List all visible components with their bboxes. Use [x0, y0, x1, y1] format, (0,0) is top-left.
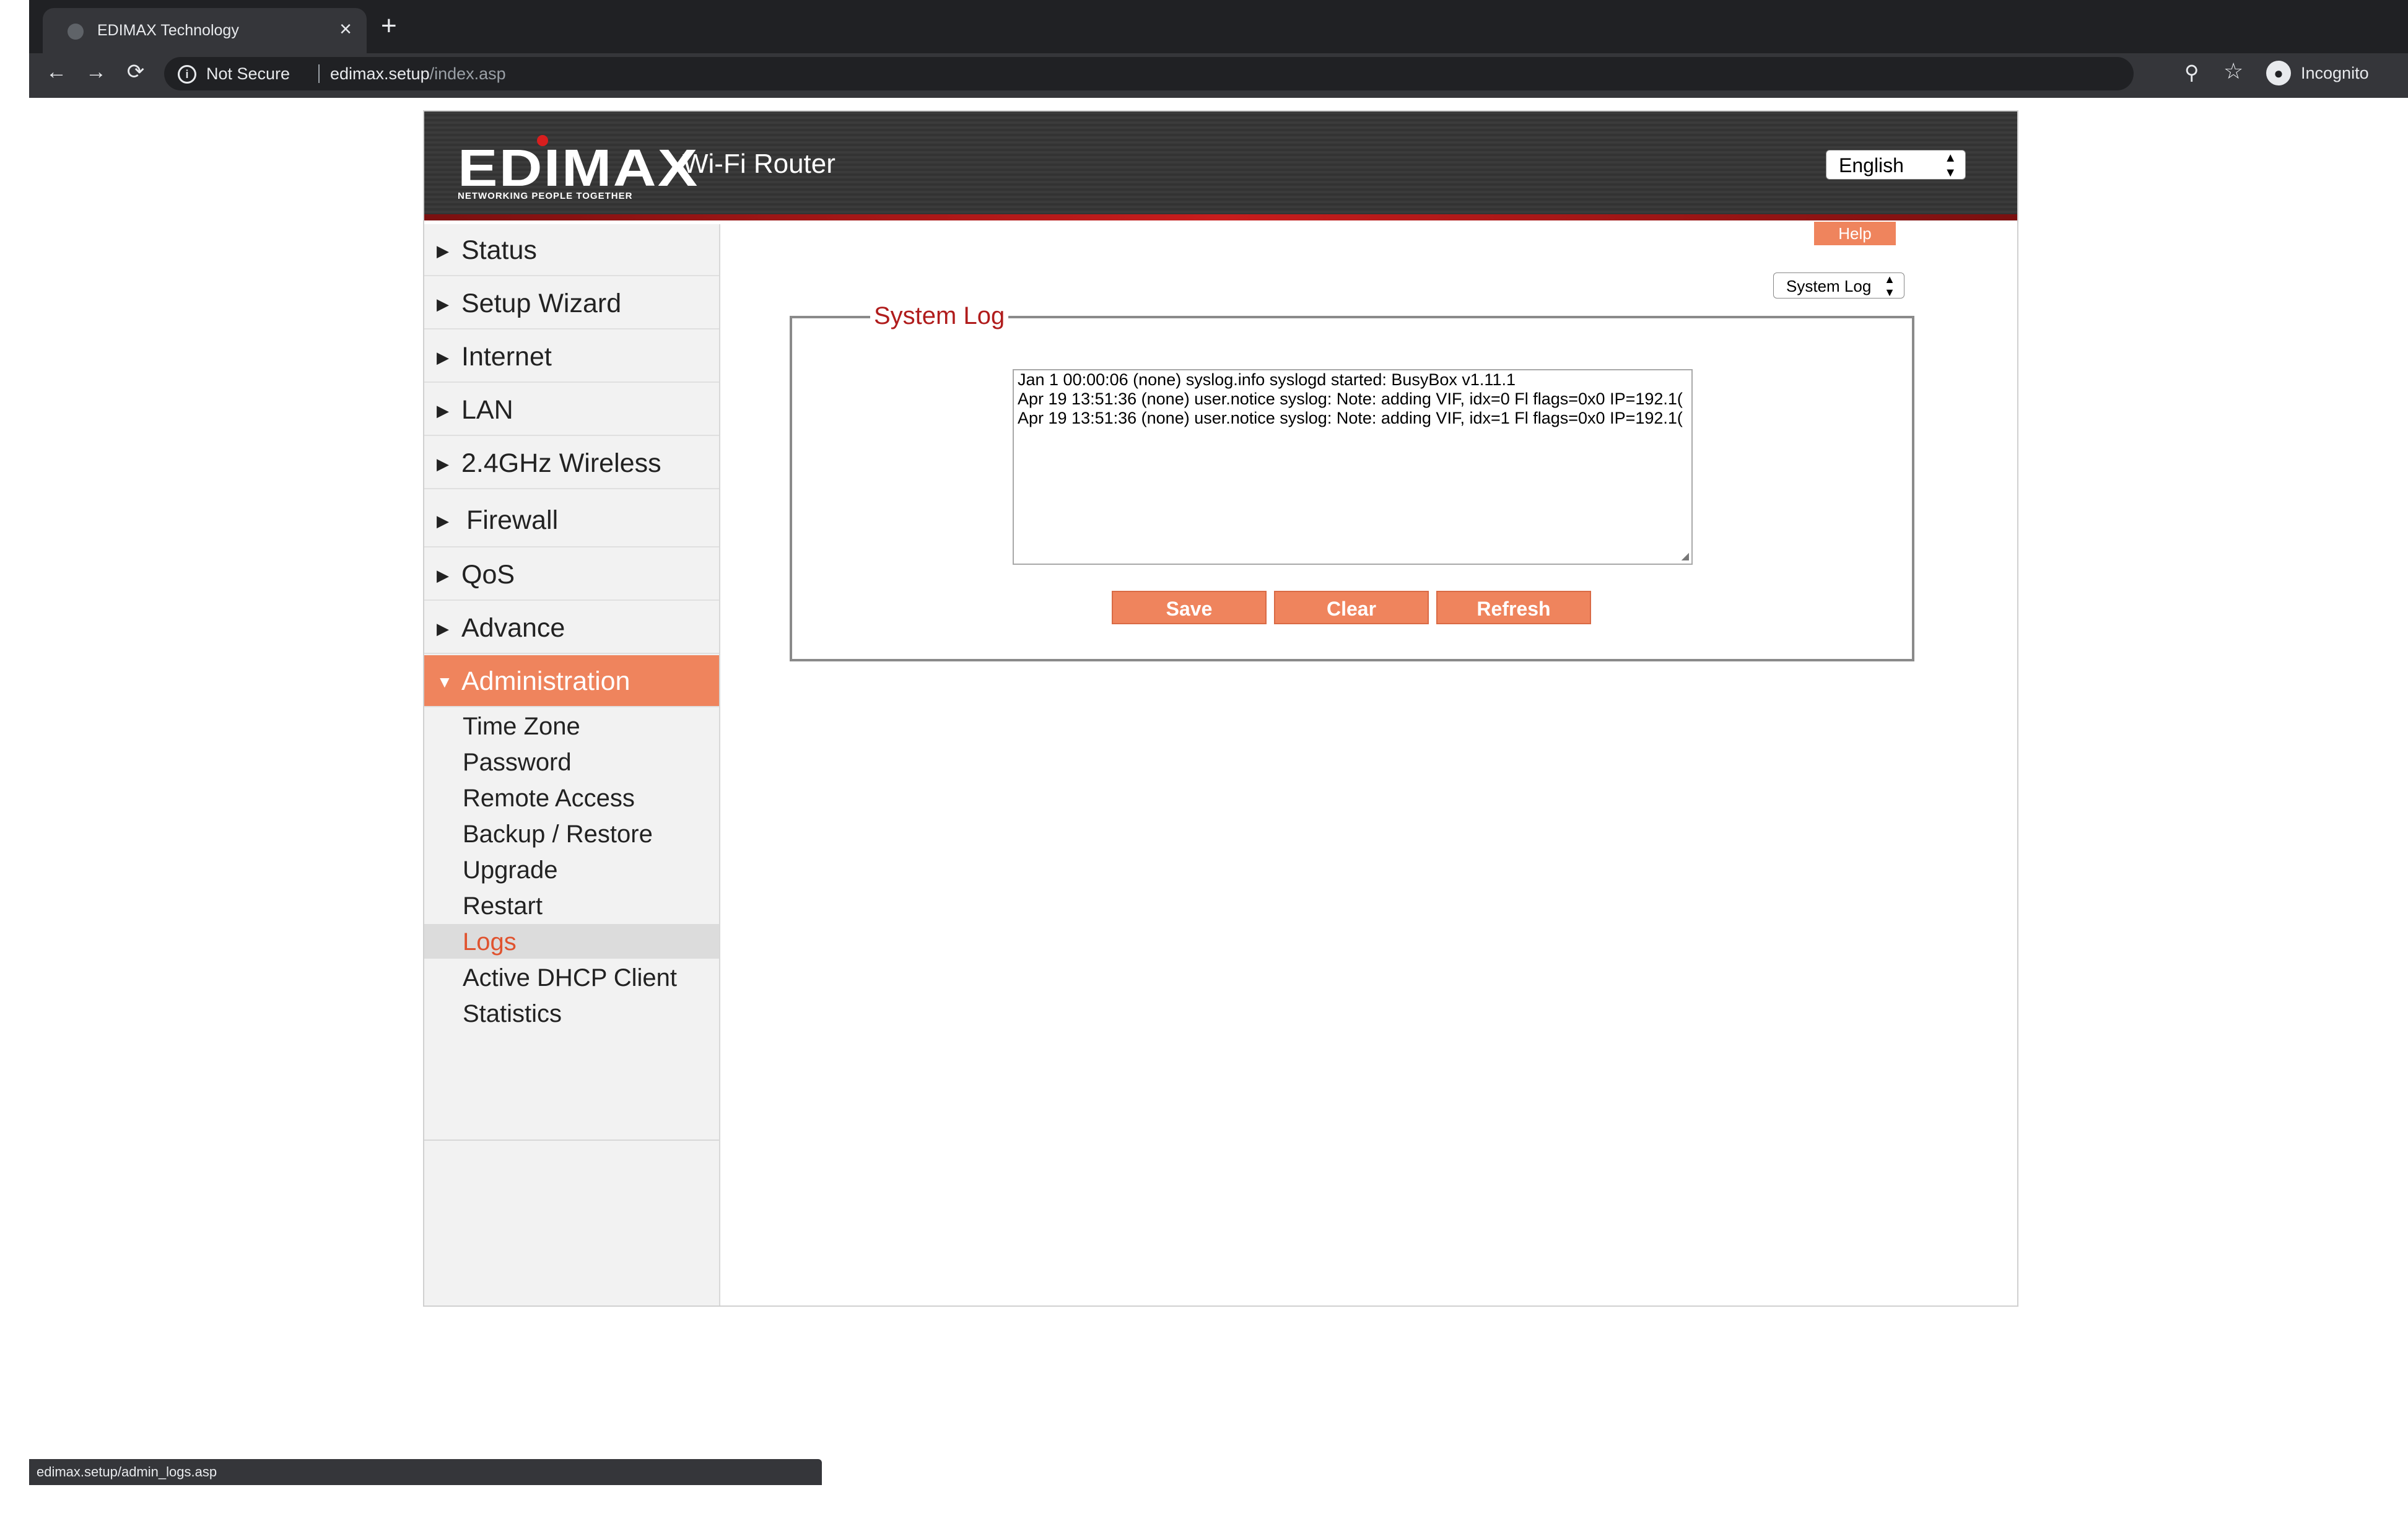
banner-red-stripe	[424, 214, 2017, 220]
collapsed-triangle-icon: ▶	[437, 348, 449, 367]
sidebar-item-setup-wizard[interactable]: ▶ Setup Wizard	[424, 277, 719, 329]
submenu-item-label: Statistics	[463, 1000, 562, 1027]
select-arrows-icon: ▲ ▼	[1884, 273, 1895, 299]
resize-grip-icon[interactable]: ◢	[1682, 550, 1689, 562]
submenu-item-active-dhcp-client[interactable]: Active DHCP Client	[424, 960, 719, 995]
submenu-item-remote-access[interactable]: Remote Access	[424, 780, 719, 815]
back-button[interactable]: ←	[44, 59, 69, 84]
sidebar-item-label: Status	[461, 235, 537, 265]
save-button[interactable]: Save	[1112, 591, 1267, 624]
help-button[interactable]: Help	[1814, 222, 1896, 245]
submenu-item-label: Remote Access	[463, 785, 635, 812]
submenu-item-restart[interactable]: Restart	[424, 888, 719, 923]
sidebar-item-label: QoS	[461, 560, 515, 590]
logo-brand: EDIMAX	[458, 139, 699, 197]
submenu-item-label: Backup / Restore	[463, 821, 653, 848]
browser-chrome: EDIMAX Technology × + ← → ⟳ i Not Secure…	[29, 0, 2408, 98]
submenu-item-backup-restore[interactable]: Backup / Restore	[424, 816, 719, 851]
sidebar-item-label: Firewall	[466, 505, 559, 535]
log-type-select[interactable]: System Log ▲ ▼	[1773, 272, 1904, 299]
submenu-item-label: Upgrade	[463, 856, 558, 884]
sidebar-item-label: Internet	[461, 342, 552, 372]
sidebar-item-label: Setup Wizard	[461, 289, 622, 318]
profile-label: Incognito	[2301, 63, 2369, 82]
collapsed-triangle-icon: ▶	[437, 566, 449, 585]
sidebar-item-advance[interactable]: ▶ Advance	[424, 602, 719, 654]
tab-strip: EDIMAX Technology × +	[29, 0, 2408, 53]
expanded-triangle-icon: ▼	[437, 673, 453, 691]
log-type-value: System Log	[1786, 277, 1872, 295]
sidebar-item-label: Advance	[461, 613, 565, 643]
sidebar-item-firewall[interactable]: ▶ Firewall	[424, 490, 719, 547]
close-tab-icon[interactable]: ×	[339, 17, 352, 41]
globe-icon	[68, 24, 84, 40]
collapsed-triangle-icon: ▶	[437, 242, 449, 260]
status-url: edimax.setup/admin_logs.asp	[37, 1464, 217, 1480]
url-text[interactable]: edimax.setup/index.asp	[330, 64, 506, 84]
new-tab-button[interactable]: +	[381, 12, 397, 40]
log-textarea[interactable]: Jan 1 00:00:06 (none) syslog.info syslog…	[1013, 369, 1693, 565]
submenu-item-password[interactable]: Password	[424, 744, 719, 779]
sidebar-item-label: LAN	[461, 395, 513, 425]
log-line: Apr 19 13:51:36 (none) user.notice syslo…	[1018, 390, 1683, 408]
log-line: Apr 19 13:51:36 (none) user.notice syslo…	[1018, 409, 1683, 427]
url-path: /index.asp	[429, 64, 506, 83]
security-label: Not Secure	[206, 64, 290, 83]
submenu-item-time-zone[interactable]: Time Zone	[424, 708, 719, 743]
tab-title: EDIMAX Technology	[97, 22, 239, 39]
sidebar-item-label: Administration	[461, 666, 630, 696]
browser-menu-icon[interactable]: ⋮	[2399, 58, 2408, 83]
sidebar: ▶ Status ▶ Setup Wizard ▶ Internet ▶ LAN…	[424, 224, 720, 1305]
language-select[interactable]: English ▲ ▼	[1826, 150, 1966, 180]
submenu-item-label: Active DHCP Client	[463, 964, 678, 991]
log-line: Jan 1 00:00:06 (none) syslog.info syslog…	[1018, 370, 1516, 389]
section-title: System Log	[870, 302, 1009, 330]
sidebar-item-internet[interactable]: ▶ Internet	[424, 331, 719, 383]
sidebar-item-status[interactable]: ▶ Status	[424, 224, 719, 276]
collapsed-triangle-icon: ▶	[437, 401, 449, 420]
forward-button[interactable]: →	[84, 59, 108, 84]
submenu-item-label: Restart	[463, 892, 543, 920]
header-banner: EDIMAX NETWORKING PEOPLE TOGETHER Wi-Fi …	[424, 111, 2017, 220]
submenu-item-label: Password	[463, 749, 572, 776]
clear-button[interactable]: Clear	[1274, 591, 1429, 624]
collapsed-triangle-icon: ▶	[437, 295, 449, 313]
edimax-logo: EDIMAX NETWORKING PEOPLE TOGETHER	[458, 135, 697, 201]
incognito-icon: ●	[2266, 61, 2291, 85]
sidebar-item-qos[interactable]: ▶ QoS	[424, 549, 719, 601]
info-icon[interactable]: i	[178, 65, 196, 84]
browser-status-bar: edimax.setup/admin_logs.asp	[29, 1459, 822, 1485]
sidebar-item-label: 2.4GHz Wireless	[461, 448, 661, 478]
sidebar-item-lan[interactable]: ▶ LAN	[424, 384, 719, 436]
url-host: edimax.setup	[330, 64, 430, 83]
submenu-item-label: Logs	[463, 928, 517, 956]
select-arrows-icon: ▲ ▼	[1944, 151, 1956, 180]
sidebar-item-administration[interactable]: ▼ Administration	[424, 655, 719, 707]
bookmark-star-icon[interactable]: ☆	[2223, 58, 2243, 84]
sidebar-divider	[424, 1140, 719, 1141]
incognito-profile-button[interactable]: ● Incognito	[2266, 59, 2369, 87]
omnibox-divider	[318, 64, 320, 83]
router-page: EDIMAX NETWORKING PEOPLE TOGETHER Wi-Fi …	[423, 110, 2018, 1307]
zoom-icon[interactable]: ⚲	[2184, 61, 2199, 84]
collapsed-triangle-icon: ▶	[437, 619, 449, 638]
submenu-item-statistics[interactable]: Statistics	[424, 996, 719, 1031]
address-bar[interactable]: i Not Secure edimax.setup/index.asp	[164, 57, 2134, 90]
sidebar-item-wireless[interactable]: ▶ 2.4GHz Wireless	[424, 437, 719, 489]
submenu-item-upgrade[interactable]: Upgrade	[424, 852, 719, 887]
language-value: English	[1839, 154, 1904, 177]
collapsed-triangle-icon: ▶	[437, 455, 449, 473]
product-title: Wi-Fi Router	[683, 149, 835, 179]
collapsed-triangle-icon: ▶	[437, 512, 449, 530]
submenu-item-label: Time Zone	[463, 713, 580, 740]
reload-button[interactable]: ⟳	[123, 59, 148, 84]
submenu-item-logs[interactable]: Logs	[424, 924, 719, 959]
refresh-button[interactable]: Refresh	[1436, 591, 1591, 624]
browser-tab[interactable]: EDIMAX Technology ×	[43, 8, 367, 53]
